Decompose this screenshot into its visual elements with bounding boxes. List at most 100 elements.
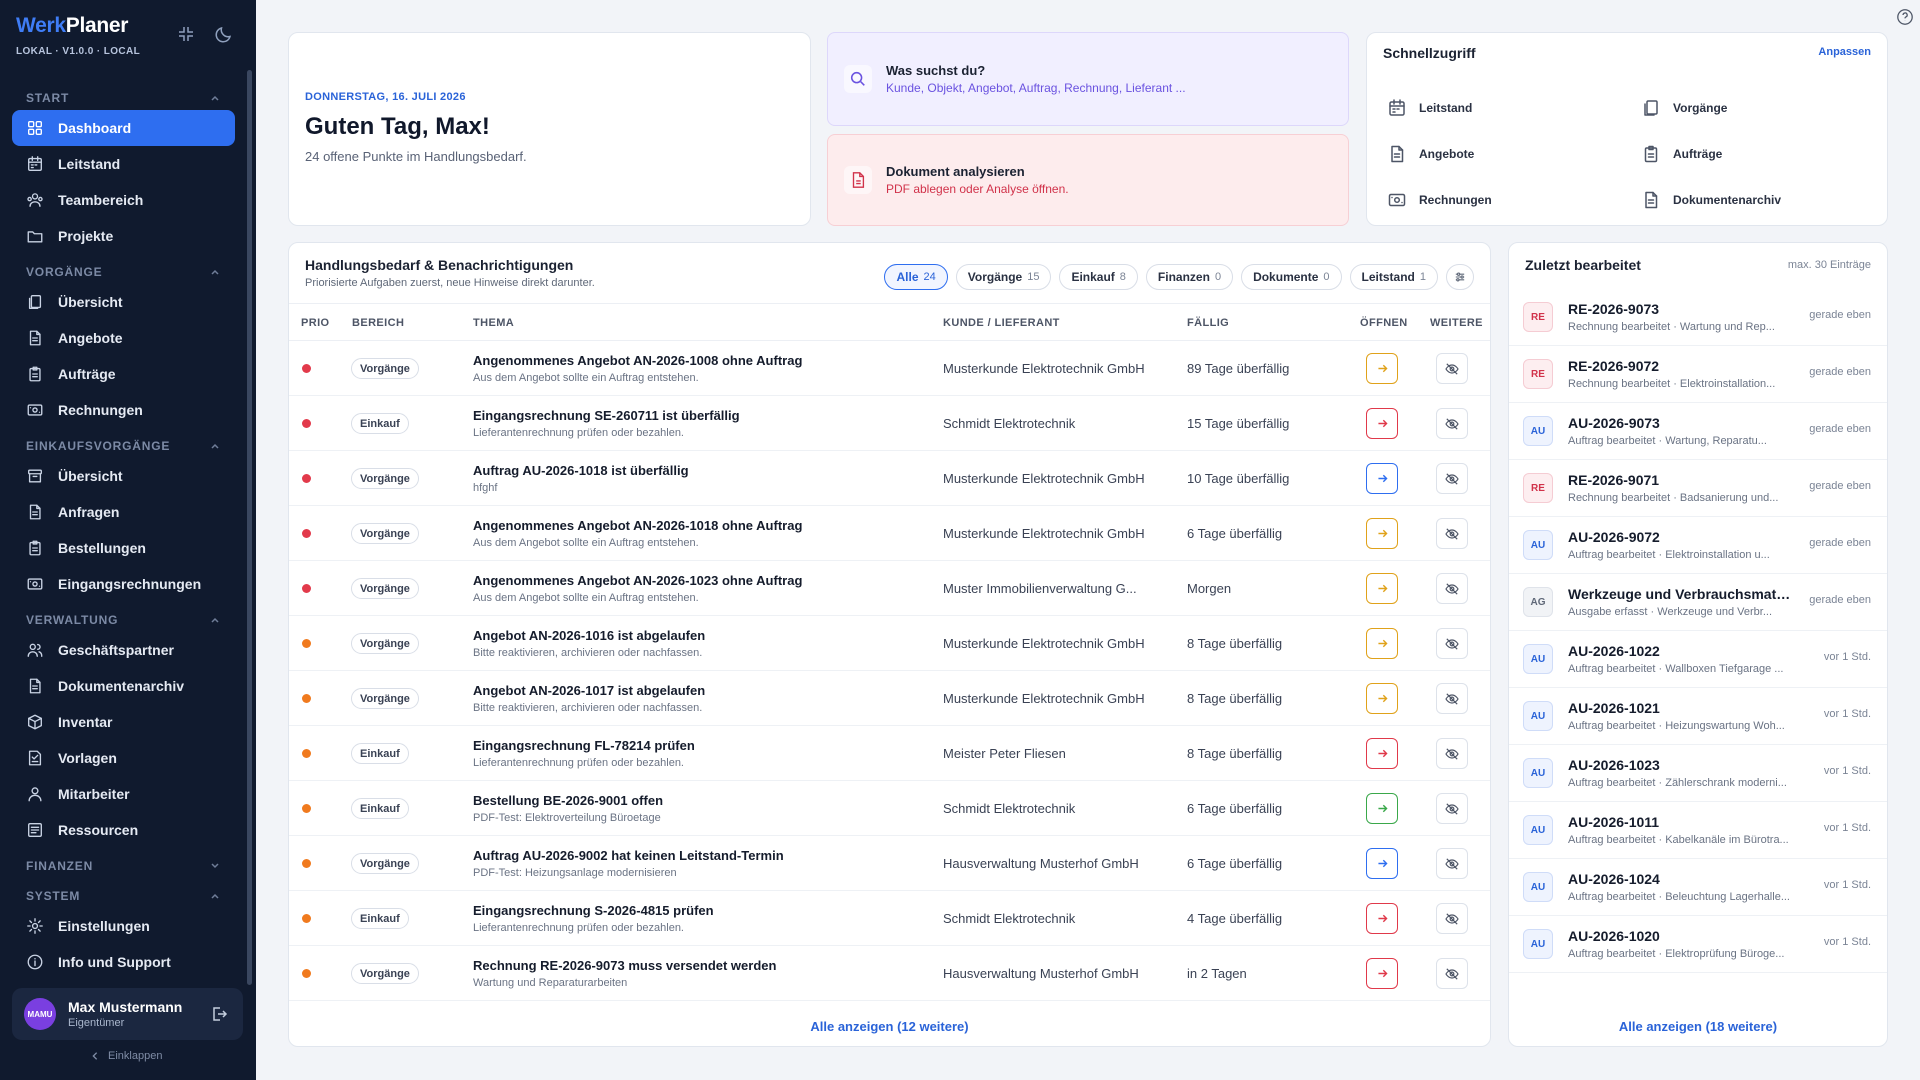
open-task-button[interactable] bbox=[1366, 408, 1398, 439]
open-task-button[interactable] bbox=[1366, 738, 1398, 769]
sidebar-item-angebote[interactable]: Angebote bbox=[12, 320, 235, 356]
nav-section-3[interactable]: VERWALTUNG bbox=[12, 608, 235, 632]
sidebar-item-dokumentenarchiv[interactable]: Dokumentenarchiv bbox=[12, 668, 235, 704]
quick-access-item[interactable]: Angebote bbox=[1387, 131, 1641, 177]
open-task-button[interactable] bbox=[1366, 793, 1398, 824]
hide-task-button[interactable] bbox=[1436, 573, 1468, 604]
table-row[interactable]: Einkauf Eingangsrechnung SE-260711 ist üb… bbox=[289, 396, 1490, 451]
recent-item[interactable]: AU AU-2026-1024 Auftrag bearbeitet · Beleu… bbox=[1509, 859, 1887, 916]
help-icon[interactable] bbox=[1896, 8, 1914, 26]
open-task-button[interactable] bbox=[1366, 518, 1398, 549]
customize-link[interactable]: Anpassen bbox=[1818, 46, 1871, 58]
quick-access-item[interactable]: Aufträge bbox=[1641, 131, 1867, 177]
sidebar-item-info-und-support[interactable]: Info und Support bbox=[12, 944, 235, 980]
filter-chip[interactable]: Finanzen 0 bbox=[1145, 264, 1234, 290]
recent-item[interactable]: AU AU-2026-1020 Auftrag bearbeitet · Elekt… bbox=[1509, 916, 1887, 973]
quick-access-item[interactable]: Leitstand bbox=[1387, 85, 1641, 131]
sidebar-item-eingangsrechnungen[interactable]: Eingangsrechnungen bbox=[12, 566, 235, 602]
sidebar-scrollbar[interactable] bbox=[247, 70, 252, 985]
sidebar-item-übersicht[interactable]: Übersicht bbox=[12, 284, 235, 320]
recent-item[interactable]: RE RE-2026-9071 Rechnung bearbeitet · Bads… bbox=[1509, 460, 1887, 517]
filter-chip[interactable]: Dokumente 0 bbox=[1241, 264, 1342, 290]
open-task-button[interactable] bbox=[1366, 903, 1398, 934]
moon-icon[interactable] bbox=[214, 24, 234, 44]
filter-chip[interactable]: Leitstand 1 bbox=[1349, 264, 1438, 290]
filter-chip[interactable]: Einkauf 8 bbox=[1059, 264, 1138, 290]
sidebar-item-anfragen[interactable]: Anfragen bbox=[12, 494, 235, 530]
recent-item[interactable]: AU AU-2026-1021 Auftrag bearbeitet · Heizu… bbox=[1509, 688, 1887, 745]
hide-task-button[interactable] bbox=[1436, 903, 1468, 934]
open-task-button[interactable] bbox=[1366, 573, 1398, 604]
hide-task-button[interactable] bbox=[1436, 628, 1468, 659]
sidebar-item-mitarbeiter[interactable]: Mitarbeiter bbox=[12, 776, 235, 812]
hide-task-button[interactable] bbox=[1436, 793, 1468, 824]
recent-item[interactable]: AU AU-2026-9073 Auftrag bearbeitet · Wartu… bbox=[1509, 403, 1887, 460]
recent-item[interactable]: RE RE-2026-9073 Rechnung bearbeitet · Wart… bbox=[1509, 289, 1887, 346]
recent-item[interactable]: AU AU-2026-1023 Auftrag bearbeitet · Zähle… bbox=[1509, 745, 1887, 802]
sidebar-item-bestellungen[interactable]: Bestellungen bbox=[12, 530, 235, 566]
sidebar-item-vorlagen[interactable]: Vorlagen bbox=[12, 740, 235, 776]
filter-settings-button[interactable] bbox=[1446, 264, 1474, 290]
recent-show-all-link[interactable]: Alle anzeigen (18 weitere) bbox=[1509, 1019, 1887, 1034]
table-row[interactable]: Vorgänge Auftrag AU-2026-9002 hat keinen … bbox=[289, 836, 1490, 891]
open-task-button[interactable] bbox=[1366, 958, 1398, 989]
hide-task-button[interactable] bbox=[1436, 848, 1468, 879]
table-row[interactable]: Einkauf Eingangsrechnung S-2026-4815 prüf… bbox=[289, 891, 1490, 946]
analyze-document-card[interactable]: Dokument analysieren PDF ablegen oder An… bbox=[827, 134, 1349, 226]
open-task-button[interactable] bbox=[1366, 628, 1398, 659]
sidebar-item-teambereich[interactable]: Teambereich bbox=[12, 182, 235, 218]
sidebar-item-aufträge[interactable]: Aufträge bbox=[12, 356, 235, 392]
recent-item[interactable]: RE RE-2026-9072 Rechnung bearbeitet · Elek… bbox=[1509, 346, 1887, 403]
hide-task-button[interactable] bbox=[1436, 408, 1468, 439]
hide-task-button[interactable] bbox=[1436, 738, 1468, 769]
nav-section-2[interactable]: EINKAUFSVORGÄNGE bbox=[12, 434, 235, 458]
hide-task-button[interactable] bbox=[1436, 353, 1468, 384]
hide-task-button[interactable] bbox=[1436, 958, 1468, 989]
table-row[interactable]: Vorgänge Auftrag AU-2026-1018 ist überfäl… bbox=[289, 451, 1490, 506]
hide-task-button[interactable] bbox=[1436, 683, 1468, 714]
sidebar-item-leitstand[interactable]: Leitstand bbox=[12, 146, 235, 182]
sidebar-item-einstellungen[interactable]: Einstellungen bbox=[12, 908, 235, 944]
tasks-show-all-link[interactable]: Alle anzeigen (12 weitere) bbox=[289, 1019, 1490, 1034]
logout-icon[interactable] bbox=[209, 1004, 229, 1024]
table-row[interactable]: Vorgänge Angenommenes Angebot AN-2026-101… bbox=[289, 506, 1490, 561]
quick-access-item[interactable]: Rechnungen bbox=[1387, 177, 1641, 223]
global-search-card[interactable]: Was suchst du? Kunde, Objekt, Angebot, A… bbox=[827, 32, 1349, 126]
user-card[interactable]: MAMU Max Mustermann Eigentümer bbox=[12, 988, 243, 1040]
sidebar-item-geschäftspartner[interactable]: Geschäftspartner bbox=[12, 632, 235, 668]
table-row[interactable]: Vorgänge Angebot AN-2026-1017 ist abgelau… bbox=[289, 671, 1490, 726]
app-logo[interactable]: WerkPlaner bbox=[16, 14, 128, 38]
sidebar-item-übersicht[interactable]: Übersicht bbox=[12, 458, 235, 494]
sidebar-item-rechnungen[interactable]: Rechnungen bbox=[12, 392, 235, 428]
sidebar-item-inventar[interactable]: Inventar bbox=[12, 704, 235, 740]
collapse-icon[interactable] bbox=[176, 24, 196, 44]
nav-section-5[interactable]: SYSTEM bbox=[12, 884, 235, 908]
sidebar-item-ressourcen[interactable]: Ressourcen bbox=[12, 812, 235, 848]
hide-task-button[interactable] bbox=[1436, 463, 1468, 494]
open-task-button[interactable] bbox=[1366, 848, 1398, 879]
nav-section-4[interactable]: FINANZEN bbox=[12, 854, 235, 878]
sidebar-item-projekte[interactable]: Projekte bbox=[12, 218, 235, 254]
nav-section-1[interactable]: VORGÄNGE bbox=[12, 260, 235, 284]
table-row[interactable]: Einkauf Bestellung BE-2026-9001 offen PDF-… bbox=[289, 781, 1490, 836]
recent-item[interactable]: AU AU-2026-1011 Auftrag bearbeitet · Kabel… bbox=[1509, 802, 1887, 859]
recent-item[interactable]: AG Werkzeuge und Verbrauchsmater... Ausgab… bbox=[1509, 574, 1887, 631]
recent-item[interactable]: AU AU-2026-1022 Auftrag bearbeitet · Wallb… bbox=[1509, 631, 1887, 688]
open-task-button[interactable] bbox=[1366, 463, 1398, 494]
table-row[interactable]: Vorgänge Angenommenes Angebot AN-2026-102… bbox=[289, 561, 1490, 616]
collapse-sidebar-button[interactable]: Einklappen bbox=[90, 1050, 162, 1062]
recent-item[interactable]: AU AU-2026-9072 Auftrag bearbeitet · Elekt… bbox=[1509, 517, 1887, 574]
filter-chip[interactable]: Alle 24 bbox=[884, 264, 948, 290]
table-row[interactable]: Vorgänge Rechnung RE-2026-9073 muss verse… bbox=[289, 946, 1490, 1001]
table-row[interactable]: Einkauf Eingangsrechnung FL-78214 prüfen L… bbox=[289, 726, 1490, 781]
quick-access-item[interactable]: Vorgänge bbox=[1641, 85, 1867, 131]
quick-access-item[interactable]: Dokumentenarchiv bbox=[1641, 177, 1867, 223]
table-row[interactable]: Vorgänge Angebot AN-2026-1016 ist abgelau… bbox=[289, 616, 1490, 671]
open-task-button[interactable] bbox=[1366, 683, 1398, 714]
sidebar-item-dashboard[interactable]: Dashboard bbox=[12, 110, 235, 146]
table-row[interactable]: Vorgänge Angenommenes Angebot AN-2026-100… bbox=[289, 341, 1490, 396]
filter-chip[interactable]: Vorgänge 15 bbox=[955, 264, 1052, 290]
nav-section-0[interactable]: START bbox=[12, 86, 235, 110]
open-task-button[interactable] bbox=[1366, 353, 1398, 384]
hide-task-button[interactable] bbox=[1436, 518, 1468, 549]
